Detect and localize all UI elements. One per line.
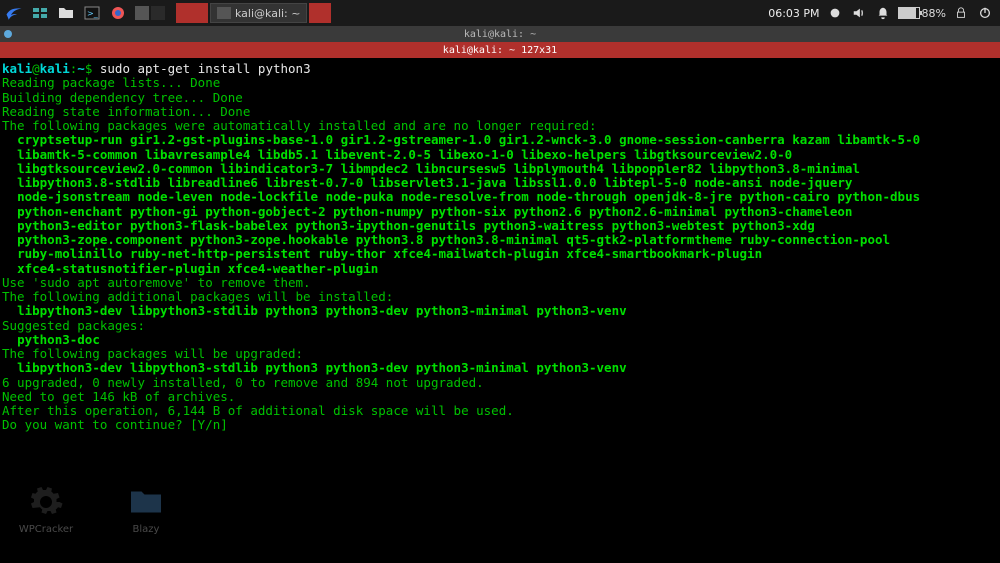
browser-launcher-icon[interactable] xyxy=(106,1,130,25)
window-title: kali@kali: ~ xyxy=(464,29,536,40)
panel-tray: 06:03 PM 88% xyxy=(768,4,1000,22)
terminal-tabbar[interactable]: kali@kali: ~ 127x31 xyxy=(0,42,1000,58)
svg-text:>_: >_ xyxy=(87,9,99,18)
taskbar-thumb-icon xyxy=(183,7,197,19)
volume-icon[interactable] xyxy=(850,4,868,22)
window-menu-icon[interactable] xyxy=(4,30,12,38)
record-icon[interactable] xyxy=(826,4,844,22)
taskbar-thumb-icon xyxy=(313,7,327,19)
top-panel: >_ kali@kali: ~ 06:03 PM 88% xyxy=(0,0,1000,26)
power-icon[interactable] xyxy=(976,4,994,22)
terminal-tab-label: kali@kali: ~ 127x31 xyxy=(443,45,557,56)
desktop-icon-blazy[interactable]: Blazy xyxy=(118,484,174,535)
file-manager-icon[interactable] xyxy=(54,1,78,25)
workspace-switcher[interactable] xyxy=(132,1,168,25)
panel-launchers: >_ xyxy=(0,1,168,25)
notifications-icon[interactable] xyxy=(874,4,892,22)
lock-icon[interactable] xyxy=(952,4,970,22)
clock[interactable]: 06:03 PM xyxy=(768,7,819,20)
taskbar: kali@kali: ~ xyxy=(176,3,331,23)
folder-icon xyxy=(128,484,164,520)
terminal-window: kali@kali: ~ kali@kali: ~ 127x31 kali@ka… xyxy=(0,26,1000,437)
desktop-icon-wpcracker[interactable]: WPCracker xyxy=(18,484,74,535)
taskbar-thumb-icon xyxy=(217,7,231,19)
battery-icon xyxy=(898,7,920,19)
desktop-icons: WPCracker Blazy xyxy=(18,484,174,535)
desktop-icon-label: WPCracker xyxy=(19,524,73,535)
window-titlebar[interactable]: kali@kali: ~ xyxy=(0,26,1000,42)
desktop-icon-label: Blazy xyxy=(133,524,160,535)
terminal-body[interactable]: kali@kali:~$ sudo apt-get install python… xyxy=(0,58,1000,437)
gear-icon xyxy=(28,484,64,520)
taskbar-item-3[interactable] xyxy=(309,3,331,23)
kali-menu-icon[interactable] xyxy=(2,1,26,25)
terminal-launcher-icon[interactable]: >_ xyxy=(80,1,104,25)
battery-indicator[interactable]: 88% xyxy=(898,7,946,20)
battery-text: 88% xyxy=(922,7,946,20)
show-desktop-icon[interactable] xyxy=(28,1,52,25)
taskbar-item-1[interactable] xyxy=(176,3,208,23)
taskbar-label: kali@kali: ~ xyxy=(235,7,300,20)
taskbar-item-terminal[interactable]: kali@kali: ~ xyxy=(210,3,307,23)
